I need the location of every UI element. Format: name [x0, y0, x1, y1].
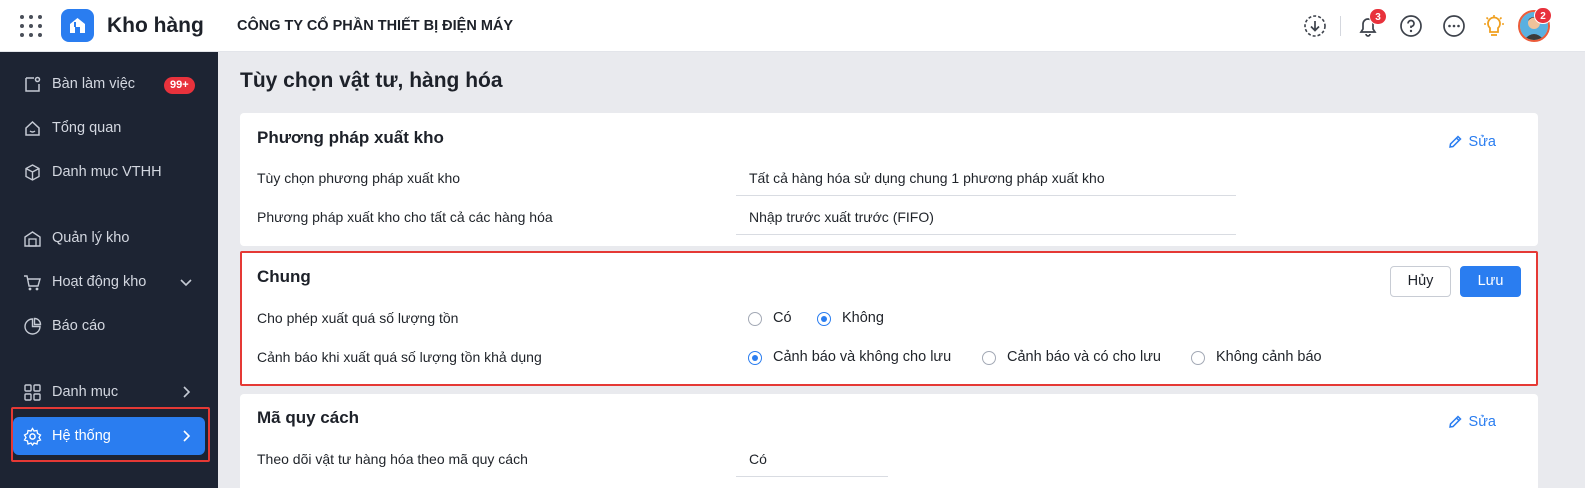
top-bar: Kho hàng CÔNG TY CỔ PHẦN THIẾT BỊ ĐIỆN M… [0, 0, 1585, 52]
highlight-box-general [240, 251, 1538, 386]
export-method-card: Phương pháp xuất kho Sửa Tùy chọn phương… [240, 113, 1538, 246]
help-icon[interactable] [1398, 13, 1424, 39]
sidebar-item-reports[interactable]: Báo cáo [13, 307, 205, 345]
sidebar-item-catalog[interactable]: Danh mục [13, 373, 205, 411]
sidebar-item-label: Bàn làm việc [52, 76, 136, 92]
chevron-right-icon [183, 386, 191, 398]
app-grid-icon[interactable] [20, 15, 42, 37]
lightbulb-icon[interactable] [1481, 13, 1507, 39]
sidebar-item-label: Quản lý kho [52, 230, 130, 246]
company-name[interactable]: CÔNG TY CỔ PHẦN THIẾT BỊ ĐIỆN MÁY [237, 18, 513, 34]
pencil-icon [1448, 135, 1462, 148]
row-label: Tùy chọn phương pháp xuất kho [257, 170, 461, 186]
row-label: Theo dõi vật tư hàng hóa theo mã quy các… [257, 451, 528, 467]
sidebar-item-catalog-vthh[interactable]: Danh mục VTHH [13, 153, 205, 191]
pie-chart-icon [24, 317, 42, 335]
sidebar-item-overview[interactable]: Tổng quan [13, 109, 205, 147]
download-icon[interactable] [1302, 13, 1328, 39]
page-title: Tùy chọn vật tư, hàng hóa [240, 69, 503, 92]
sidebar-item-label: Hoạt động kho [52, 274, 147, 290]
chevron-down-icon [180, 279, 192, 287]
edit-spec-code-button[interactable]: Sửa [1448, 414, 1496, 430]
sidebar-item-label: Tổng quan [52, 120, 122, 136]
row-value: Có [736, 451, 888, 477]
app-title: Kho hàng [107, 14, 204, 37]
notification-badge: 3 [1369, 8, 1387, 25]
avatar-badge: 2 [1534, 7, 1552, 24]
sidebar-item-warehouse-mgmt[interactable]: Quản lý kho [13, 219, 205, 257]
box-icon [25, 164, 40, 181]
card-title: Mã quy cách [257, 408, 360, 427]
card-title: Phương pháp xuất kho [257, 128, 444, 147]
sidebar-item-label: Danh mục [52, 384, 119, 400]
warehouse-icon [24, 231, 41, 247]
more-icon[interactable] [1441, 13, 1467, 39]
highlight-box-system [11, 407, 210, 462]
edit-label: Sửa [1468, 134, 1496, 150]
edit-label: Sửa [1468, 414, 1496, 430]
row-value: Nhập trước xuất trước (FIFO) [736, 209, 1236, 235]
spec-code-card: Mã quy cách Sửa Theo dõi vật tư hàng hóa… [240, 394, 1538, 488]
app-logo-icon[interactable] [61, 9, 94, 42]
row-label: Phương pháp xuất kho cho tất cả các hàng… [257, 209, 553, 225]
row-value: Tất cả hàng hóa sử dụng chung 1 phương p… [736, 170, 1236, 196]
sidebar-item-warehouse-activity[interactable]: Hoạt động kho [13, 263, 205, 301]
grid-icon [24, 384, 41, 401]
edit-export-method-button[interactable]: Sửa [1448, 134, 1496, 150]
sidebar-item-label: Báo cáo [52, 318, 106, 334]
cart-icon [24, 275, 41, 291]
sidebar-item-label: Danh mục VTHH [52, 164, 162, 180]
desk-count-badge: 99+ [164, 77, 195, 94]
home-icon [25, 120, 40, 136]
divider [1340, 16, 1341, 36]
desk-icon [25, 76, 41, 92]
pencil-icon [1448, 415, 1462, 428]
